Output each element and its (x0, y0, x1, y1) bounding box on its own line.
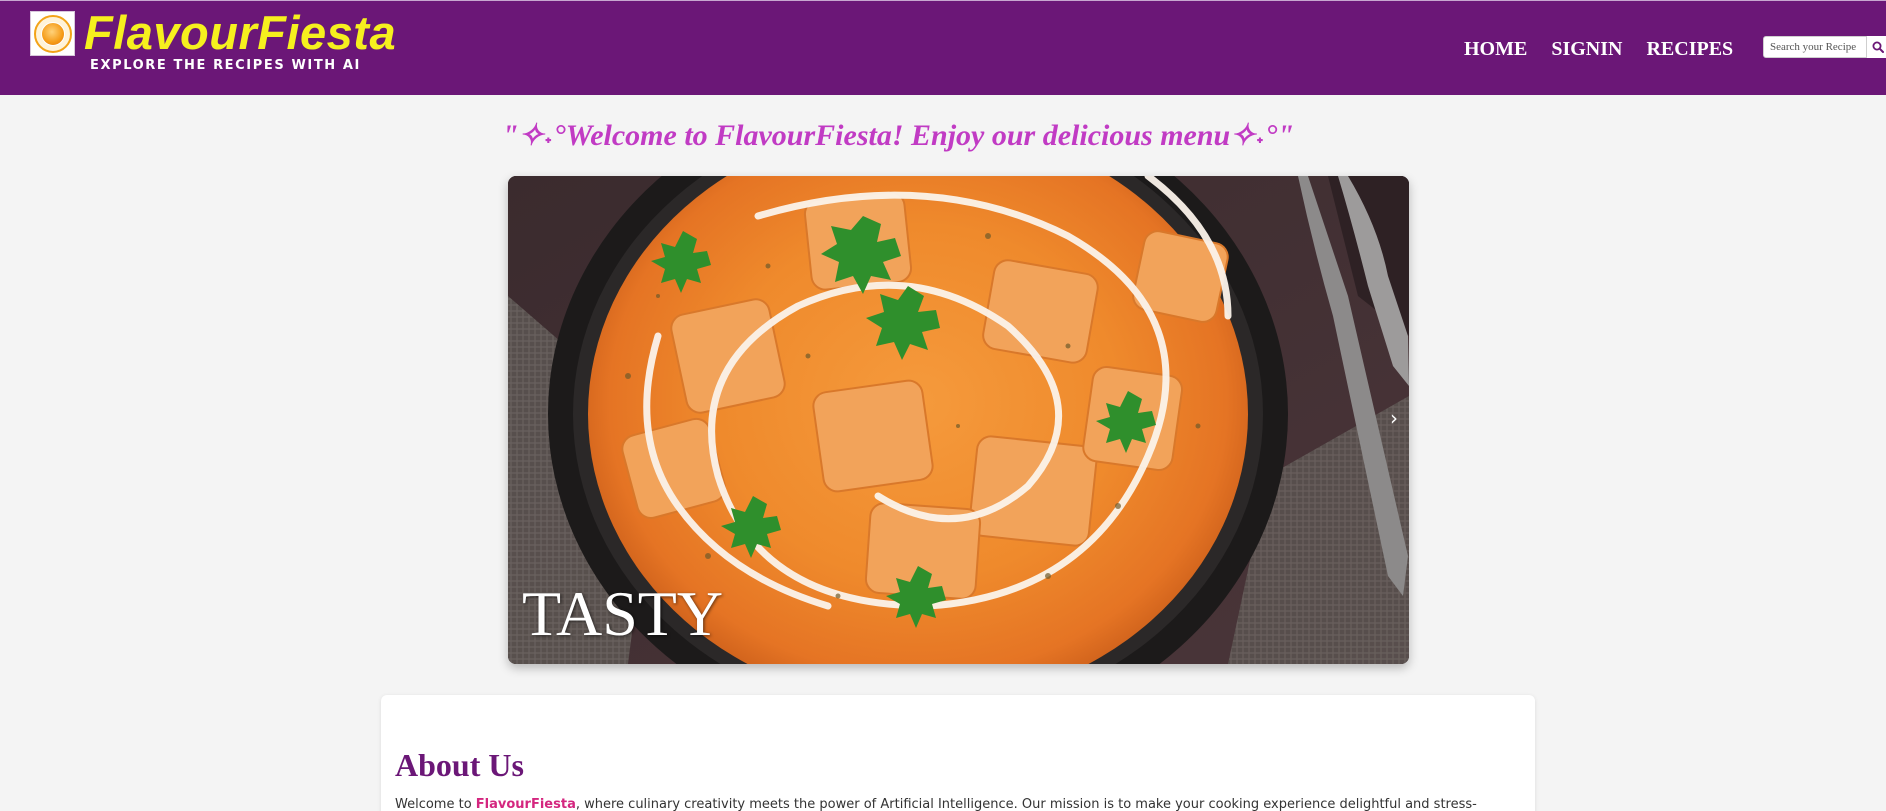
search-button[interactable] (1867, 36, 1886, 58)
brand-tagline: EXPLORE THE RECIPES WITH AI (90, 58, 361, 73)
about-title: About Us (395, 747, 524, 783)
site-header: FlavourFiesta EXPLORE THE RECIPES WITH A… (0, 0, 1886, 95)
about-text-brand: FlavourFiesta (475, 797, 576, 811)
search-icon (1872, 41, 1884, 53)
hero-carousel[interactable]: TASTY › (508, 176, 1409, 664)
nav-recipes-link[interactable]: RECIPES (1646, 37, 1733, 61)
search-input[interactable] (1763, 36, 1867, 58)
about-text-suffix: , where culinary creativity meets the po… (575, 797, 1477, 811)
about-section: About Us Welcome to FlavourFiesta, where… (381, 695, 1535, 811)
logo[interactable] (30, 11, 75, 56)
brand-name[interactable]: FlavourFiesta (84, 5, 396, 61)
logo-food-icon (40, 21, 65, 46)
logo-plate-icon (33, 14, 72, 53)
about-text-prefix: Welcome to (395, 797, 476, 811)
main-nav: HOME SIGNIN RECIPES (1464, 37, 1733, 61)
about-text: Welcome to FlavourFiesta, where culinary… (395, 796, 1521, 811)
chevron-right-icon[interactable]: › (1390, 406, 1404, 430)
nav-home-link[interactable]: HOME (1464, 37, 1527, 61)
nav-signin-link[interactable]: SIGNIN (1551, 37, 1622, 61)
search-form (1763, 36, 1886, 58)
carousel-caption: TASTY (522, 578, 724, 649)
welcome-text: "✧˖°Welcome to FlavourFiesta! Enjoy our … (501, 119, 1295, 152)
welcome-heading: "✧˖°Welcome to FlavourFiesta! Enjoy our … (0, 116, 1886, 156)
